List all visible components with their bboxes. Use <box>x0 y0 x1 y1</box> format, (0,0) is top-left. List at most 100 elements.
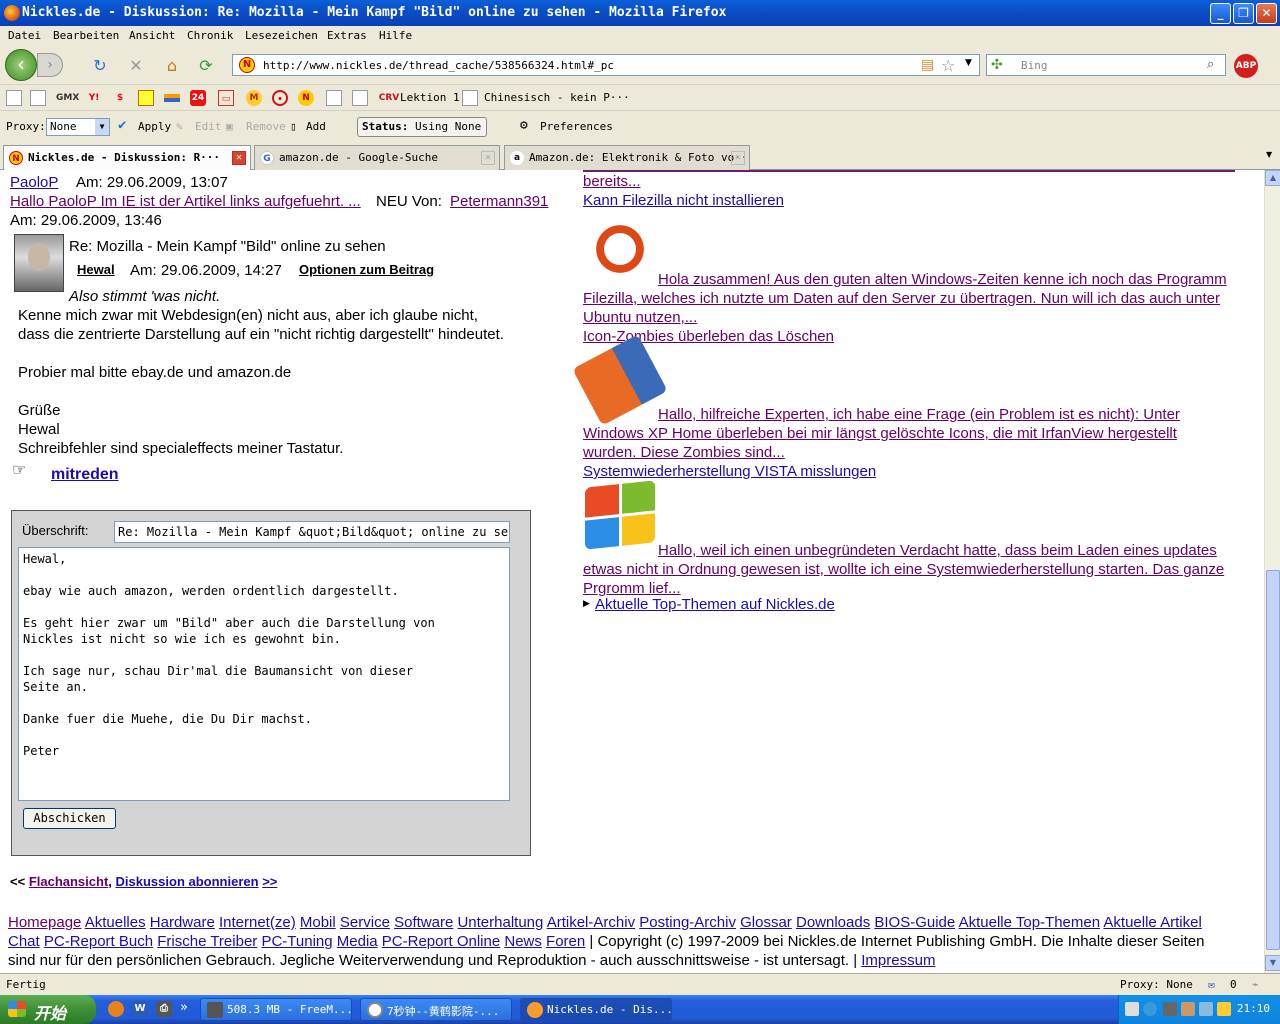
prev-author-link[interactable]: PaoloP <box>10 174 58 191</box>
footer-link[interactable]: Artikel-Archiv <box>547 914 635 931</box>
home-icon[interactable]: ⌂ <box>162 56 182 76</box>
footer-link[interactable]: Media <box>337 933 378 950</box>
topic-teaser-link[interactable]: Filezilla, welches ich nutzte um Daten a… <box>583 290 1220 307</box>
rss-icon[interactable]: ▤ <box>921 57 934 73</box>
footer-link[interactable]: PC-Report Buch <box>44 933 153 950</box>
sync-icon[interactable]: ⟳ <box>196 56 216 76</box>
more-quicklaunch[interactable]: » <box>180 1000 188 1015</box>
bookmark-icon[interactable]: ▭ <box>218 90 234 106</box>
subject-input[interactable]: Re: Mozilla - Mein Kampf &quot;Bild&quot… <box>114 521 510 543</box>
page-scrollbar[interactable]: ▲ ▼ <box>1264 170 1280 973</box>
footer-link[interactable]: Aktuelle Top-Themen <box>959 914 1100 931</box>
bookmark-icon[interactable] <box>164 94 180 102</box>
footer-link[interactable]: BIOS-Guide <box>874 914 955 931</box>
topic-teaser-link[interactable]: Ubuntu nutzen,... <box>583 309 697 326</box>
footer-link[interactable]: Glossar <box>740 914 792 931</box>
footer-link[interactable]: Software <box>394 914 453 931</box>
footer-link[interactable]: PC-Report Online <box>382 933 500 950</box>
footer-link[interactable]: Downloads <box>796 914 870 931</box>
network-icon[interactable] <box>1143 1002 1157 1016</box>
bookmark-icon[interactable]: M <box>246 90 262 106</box>
reply-author-link[interactable]: Petermann391 <box>450 193 548 210</box>
topic-title-link[interactable]: Kann Filezilla nicht installieren <box>583 192 784 209</box>
magnifier-icon[interactable]: ⌕ <box>1207 57 1214 72</box>
close-button[interactable]: ✕ <box>1256 3 1277 24</box>
bookmark-chinesisch[interactable]: Chinesisch - kein P··· <box>484 91 630 104</box>
message-textarea[interactable]: Hewal, ebay wie auch amazon, werden orde… <box>18 547 510 801</box>
add-button[interactable]: Add <box>306 120 326 133</box>
close-tab-icon[interactable]: ✕ <box>232 151 246 165</box>
menu-ansicht[interactable]: Ansicht <box>129 29 175 42</box>
tray-icon[interactable] <box>1199 1002 1213 1016</box>
footer-link[interactable]: Frische Treiber <box>157 933 257 950</box>
bookmark-lektion[interactable]: Lektion 1 <box>400 91 460 104</box>
footer-link[interactable]: Unterhaltung <box>457 914 543 931</box>
topic-teaser-link[interactable]: Hallo, hilfreiche Experten, ich habe ein… <box>658 406 1180 423</box>
n24-icon[interactable]: 24 <box>190 90 206 106</box>
footer-link[interactable]: Chat <box>8 933 40 950</box>
tab-google[interactable]: G amazon.de - Google-Suche ✕ <box>254 145 500 170</box>
topic-teaser-link[interactable]: Hola zusammen! Aus den guten alten Windo… <box>658 271 1227 288</box>
menu-bearbeiten[interactable]: Bearbeiten <box>53 29 119 42</box>
yahoo-icon[interactable]: Y! <box>86 90 102 106</box>
adblock-icon[interactable]: ABP <box>1234 54 1258 78</box>
taskbar-item[interactable]: 508.3 MB - FreeM... <box>200 998 352 1021</box>
url-bar[interactable]: N http://www.nickles.de/thread_cache/538… <box>232 54 980 76</box>
page-icon[interactable] <box>326 90 342 106</box>
topic-teaser-link[interactable]: Windows XP Home überleben bei mir längst… <box>583 425 1177 442</box>
footer-link[interactable]: Posting-Archiv <box>639 914 736 931</box>
search-engine-icon[interactable]: ✣ <box>991 57 1003 73</box>
mitreden-link[interactable]: mitreden <box>51 466 119 484</box>
url-dropdown-icon[interactable]: ▼ <box>965 58 972 68</box>
tray-icon[interactable] <box>1181 1002 1195 1016</box>
footer-link[interactable]: Internet(ze) <box>219 914 296 931</box>
menu-chronik[interactable]: Chronik <box>187 29 233 42</box>
close-tab-icon[interactable]: ✕ <box>731 151 745 165</box>
flat-view-link[interactable]: Flachansicht <box>29 874 108 889</box>
printer-tray-icon[interactable] <box>1163 1002 1177 1016</box>
remove-button[interactable]: Remove <box>246 120 286 133</box>
page-icon[interactable] <box>6 90 22 106</box>
gmx-icon[interactable]: GMX <box>56 90 79 106</box>
maximize-button[interactable]: ❐ <box>1233 3 1254 24</box>
footer-link[interactable]: Homepage <box>8 914 81 931</box>
scroll-up-icon[interactable]: ▲ <box>1265 170 1280 186</box>
tab-list-icon[interactable]: ▼ <box>1266 150 1272 159</box>
scroll-down-icon[interactable]: ▼ <box>1265 955 1280 971</box>
minimize-button[interactable]: _ <box>1210 3 1231 24</box>
taskbar-item[interactable]: Nickles.de - Dis... <box>520 998 672 1021</box>
post-options-link[interactable]: Optionen zum Beitrag <box>299 262 434 277</box>
proxy-status-text[interactable]: Proxy: None <box>1120 978 1193 991</box>
reload-icon[interactable]: ↻ <box>90 56 110 76</box>
back-button[interactable]: ‹ <box>5 49 37 81</box>
keyboard-icon[interactable] <box>1125 1002 1139 1016</box>
star-icon[interactable]: ☆ <box>941 56 955 75</box>
bookmark-icon[interactable] <box>138 90 154 106</box>
topic-teaser-link[interactable]: Prgromm lief... <box>583 580 681 597</box>
top-themen-link[interactable]: Aktuelle Top-Themen auf Nickles.de <box>595 596 835 613</box>
reply-link[interactable]: Hallo PaoloP Im IE ist der Artikel links… <box>10 193 361 210</box>
topic-title-link[interactable]: Systemwiederherstellung VISTA misslungen <box>583 463 876 480</box>
footer-link[interactable]: PC-Tuning <box>261 933 332 950</box>
menu-lesezeichen[interactable]: Lesezeichen <box>245 29 318 42</box>
footer-link[interactable]: Mobil <box>300 914 336 931</box>
sparkasse-icon[interactable]: $ <box>112 90 128 106</box>
search-box[interactable]: ✣ Bing ⌕ <box>986 54 1226 76</box>
proxy-select[interactable]: None ▼ <box>46 118 110 136</box>
subscribe-link[interactable]: Diskussion abonnieren <box>116 874 259 889</box>
nickles-icon[interactable]: N <box>298 90 314 106</box>
apply-button[interactable]: Apply <box>138 120 171 133</box>
topic-teaser-link[interactable]: Hallo, weil ich einen unbegründeten Verd… <box>658 542 1217 559</box>
topic-teaser-link[interactable]: wurden. Diese Zombies sind... <box>583 444 785 461</box>
menu-hilfe[interactable]: Hilfe <box>379 29 412 42</box>
stop-icon[interactable]: ✕ <box>126 56 146 76</box>
menu-extras[interactable]: Extras <box>327 29 367 42</box>
next-arrow-link[interactable]: >> <box>262 874 277 889</box>
footer-link[interactable]: News <box>504 933 542 950</box>
menu-datei[interactable]: Datei <box>8 29 41 42</box>
tab-nickles[interactable]: N Nickles.de - Diskussion: R··· ✕ <box>3 145 251 171</box>
footer-link[interactable]: Aktuelles <box>85 914 146 931</box>
tab-amazon[interactable]: a Amazon.de: Elektronik & Foto vo··· ✕ <box>504 145 750 170</box>
more-link[interactable]: bereits... <box>583 173 641 190</box>
impressum-link[interactable]: Impressum <box>861 952 935 969</box>
